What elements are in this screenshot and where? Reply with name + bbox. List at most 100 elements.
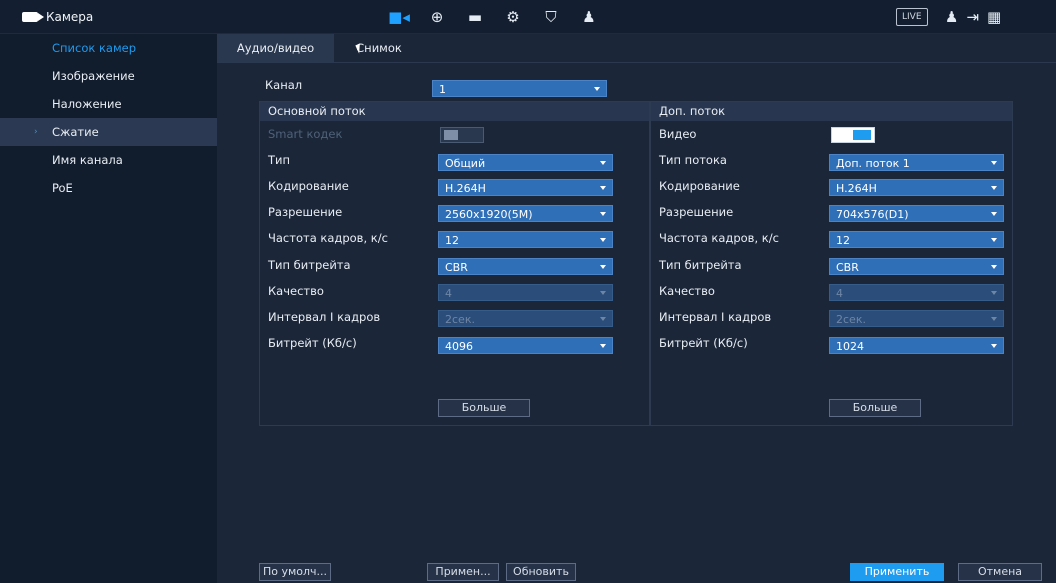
sub-quality-select: 4 — [829, 284, 1004, 301]
bitrate-type-select[interactable]: CBR — [438, 258, 613, 275]
top-nav-icons: ■◂ ⊕ ▬ ⚙ ⛉ ♟ — [380, 0, 608, 33]
sub-encoding-select[interactable]: H.264H — [829, 179, 1004, 196]
top-right-icons: ♟ ⇥ ▦ — [945, 0, 1001, 33]
account-icon[interactable]: ♟ — [570, 0, 608, 33]
storage-icon[interactable]: ▬ — [456, 0, 494, 33]
type-label: Тип — [268, 153, 291, 167]
sub-resolution-select[interactable]: 704x576(D1) — [829, 205, 1004, 222]
encoding-value: H.264H — [445, 182, 486, 195]
sub-resolution-value: 704x576(D1) — [836, 208, 909, 221]
sub-stream-more-button[interactable]: Больше — [829, 399, 921, 417]
security-shield-icon[interactable]: ⛉ — [532, 0, 570, 33]
main-stream-header: Основной поток — [260, 102, 649, 121]
sub-iframe-interval-value: 2сек. — [836, 313, 866, 326]
live-button[interactable]: LIVE — [896, 8, 928, 26]
smart-codec-label: Smart кодек — [268, 127, 343, 141]
sub-bitrate-label: Битрейт (Кб/с) — [659, 336, 748, 350]
sub-iframe-interval-label: Интервал I кадров — [659, 310, 772, 324]
sidebar-item-compression[interactable]: › Сжатие — [0, 118, 217, 146]
sub-stream-panel: Доп. поток Видео Тип потока Доп. поток 1… — [650, 101, 1013, 426]
main-content: Аудио/видео Снимок Канал 1 Основной пото… — [217, 34, 1056, 583]
sub-bitrate-value: 1024 — [836, 340, 864, 353]
sub-bitrate-type-select[interactable]: CBR — [829, 258, 1004, 275]
bitrate-type-value: CBR — [445, 261, 468, 274]
tab-snapshot[interactable]: Снимок — [334, 34, 424, 62]
bitrate-value: 4096 — [445, 340, 473, 353]
resolution-value: 2560x1920(5M) — [445, 208, 533, 221]
type-select[interactable]: Общий — [438, 154, 613, 171]
system-settings-icon[interactable]: ⚙ — [494, 0, 532, 33]
bitrate-select[interactable]: 4096 — [438, 337, 613, 354]
default-button[interactable]: По умолч... — [259, 563, 331, 581]
logout-icon[interactable]: ⇥ — [966, 8, 979, 26]
chevron-down-icon — [991, 344, 997, 348]
sidebar-item-image[interactable]: Изображение — [0, 62, 217, 90]
quality-select: 4 — [438, 284, 613, 301]
sidebar-item-camera-list[interactable]: Список камер — [0, 34, 217, 62]
sub-quality-label: Качество — [659, 284, 715, 298]
fps-select[interactable]: 12 — [438, 231, 613, 248]
chevron-down-icon — [600, 317, 606, 321]
sidebar-item-overlay[interactable]: Наложение — [0, 90, 217, 118]
iframe-interval-select: 2сек. — [438, 310, 613, 327]
copy-button[interactable]: Примен... — [427, 563, 499, 581]
chevron-down-icon — [991, 186, 997, 190]
channel-value: 1 — [439, 83, 446, 96]
iframe-interval-value: 2сек. — [445, 313, 475, 326]
sub-bitrate-select[interactable]: 1024 — [829, 337, 1004, 354]
network-globe-icon[interactable]: ⊕ — [418, 0, 456, 33]
app-window: Камера ■◂ ⊕ ▬ ⚙ ⛉ ♟ LIVE ♟ ⇥ ▦ Список ка… — [0, 0, 1056, 583]
qr-code-icon[interactable]: ▦ — [987, 8, 1001, 26]
channel-label: Канал — [265, 78, 303, 92]
camera-icon[interactable]: ■◂ — [380, 0, 418, 33]
fps-value: 12 — [445, 234, 459, 247]
tab-bar: Аудио/видео Снимок — [217, 34, 1056, 63]
iframe-interval-label: Интервал I кадров — [268, 310, 381, 324]
tab-audio-video[interactable]: Аудио/видео — [217, 34, 334, 62]
stream-type-label: Тип потока — [659, 153, 727, 167]
video-toggle[interactable] — [831, 127, 875, 143]
channel-select[interactable]: 1 — [432, 80, 607, 97]
chevron-down-icon — [991, 212, 997, 216]
chevron-down-icon — [594, 87, 600, 91]
apply-button[interactable]: Применить — [850, 563, 944, 581]
sub-fps-select[interactable]: 12 — [829, 231, 1004, 248]
encoding-select[interactable]: H.264H — [438, 179, 613, 196]
main-stream-more-button[interactable]: Больше — [438, 399, 530, 417]
resolution-select[interactable]: 2560x1920(5M) — [438, 205, 613, 222]
user-icon[interactable]: ♟ — [945, 8, 958, 26]
sub-resolution-label: Разрешение — [659, 205, 734, 219]
sub-encoding-value: H.264H — [836, 182, 877, 195]
chevron-right-icon: › — [34, 127, 38, 137]
sub-bitrate-type-label: Тип битрейта — [659, 258, 742, 272]
main-stream-panel: Основной поток Smart кодек Тип Общий Код… — [259, 101, 650, 426]
type-value: Общий — [445, 157, 486, 170]
toggle-knob — [444, 130, 458, 140]
sidebar-item-channel-name[interactable]: Имя канала — [0, 146, 217, 174]
toggle-knob — [853, 130, 871, 140]
smart-codec-toggle[interactable] — [440, 127, 484, 143]
sidebar: Список камер Изображение Наложение › Сжа… — [0, 34, 217, 583]
sidebar-item-label: Сжатие — [52, 125, 99, 139]
app-title: Камера — [22, 0, 93, 33]
chevron-down-icon — [600, 344, 606, 348]
stream-type-select[interactable]: Доп. поток 1 — [829, 154, 1004, 171]
sidebar-item-poe[interactable]: PoE — [0, 174, 217, 202]
chevron-down-icon — [991, 317, 997, 321]
chevron-down-icon — [600, 238, 606, 242]
chevron-down-icon — [600, 265, 606, 269]
refresh-button[interactable]: Обновить — [506, 563, 576, 581]
chevron-down-icon — [991, 265, 997, 269]
app-title-label: Камера — [46, 9, 94, 24]
chevron-down-icon — [991, 161, 997, 165]
chevron-down-icon — [600, 161, 606, 165]
quality-value: 4 — [445, 287, 452, 300]
sub-iframe-interval-select: 2сек. — [829, 310, 1004, 327]
cancel-button[interactable]: Отмена — [958, 563, 1042, 581]
resolution-label: Разрешение — [268, 205, 343, 219]
sub-fps-label: Частота кадров, к/с — [659, 231, 779, 245]
stream-type-value: Доп. поток 1 — [836, 157, 910, 170]
encoding-label: Кодирование — [268, 179, 349, 193]
top-bar: Камера ■◂ ⊕ ▬ ⚙ ⛉ ♟ LIVE ♟ ⇥ ▦ — [0, 0, 1056, 34]
bitrate-label: Битрейт (Кб/с) — [268, 336, 357, 350]
